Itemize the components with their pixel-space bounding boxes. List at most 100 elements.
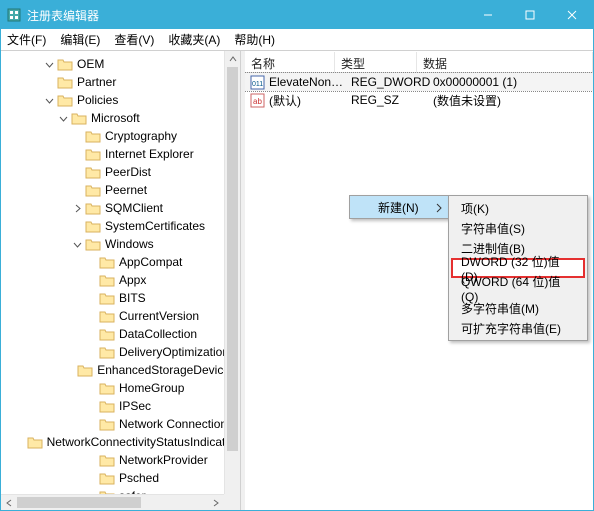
tree-item-label: HomeGroup [119,381,184,395]
tree-item[interactable]: Peernet [1,181,240,199]
value-type: REG_SZ [351,93,433,107]
expander-none [71,166,83,178]
tree-item-label: Network Connections [119,417,233,431]
tree-scrollbar-horizontal[interactable] [1,494,224,510]
tree-item-label: NetworkConnectivityStatusIndicator [47,435,236,449]
close-button[interactable] [551,1,593,29]
expander-none [85,418,97,430]
tree-item[interactable]: Internet Explorer [1,145,240,163]
value-type: REG_DWORD [351,75,433,89]
tree-item-label: OEM [77,57,104,71]
tree-item-label: DeliveryOptimization [119,345,229,359]
context-menu-primary: 新建(N) [349,195,449,219]
tree-item[interactable]: Psched [1,469,240,487]
string-value-icon: ab [249,92,265,108]
tree-item[interactable]: EnhancedStorageDevices [1,361,240,379]
tree-item-label: Microsoft [91,111,140,125]
expander-none [85,256,97,268]
folder-icon [85,147,101,161]
tree-item-label: AppCompat [119,255,182,269]
expander-none [85,310,97,322]
menu-view[interactable]: 查看(V) [114,31,154,48]
list-header: 名称 类型 数据 [245,51,593,73]
minimize-button[interactable] [467,1,509,29]
tree-item[interactable]: Partner [1,73,240,91]
column-data[interactable]: 数据 [417,52,593,72]
maximize-button[interactable] [509,1,551,29]
tree-item[interactable]: Windows [1,235,240,253]
folder-icon [57,57,73,71]
expander-none [85,346,97,358]
folder-icon [85,129,101,143]
menu-edit[interactable]: 编辑(E) [60,31,100,48]
menu-help[interactable]: 帮助(H) [234,31,275,48]
context-item[interactable]: QWORD (64 位)值(Q) [451,278,585,298]
scroll-right-icon[interactable] [208,495,224,510]
expander-none [85,472,97,484]
tree-item[interactable]: Policies [1,91,240,109]
folder-icon [99,291,115,305]
tree-item[interactable]: NetworkProvider [1,451,240,469]
tree-item-label: EnhancedStorageDevices [97,363,236,377]
folder-icon [99,255,115,269]
value-data: 0x00000001 (1) [433,75,593,89]
tree-item[interactable]: DataCollection [1,325,240,343]
tree-item[interactable]: HomeGroup [1,379,240,397]
tree-item[interactable]: NetworkConnectivityStatusIndicator [1,433,240,451]
expander-icon[interactable] [43,94,55,106]
expander-none [22,436,25,448]
expander-none [71,130,83,142]
folder-icon [99,453,115,467]
expander-icon[interactable] [57,112,69,124]
tree-item[interactable]: Appx [1,271,240,289]
value-row[interactable]: 011ElevateNonAd...REG_DWORD0x00000001 (1… [245,73,593,91]
context-item[interactable]: 字符串值(S) [451,218,585,238]
tree-item[interactable]: DeliveryOptimization [1,343,240,361]
scroll-up-icon[interactable] [225,51,241,67]
expander-none [85,382,97,394]
value-row[interactable]: ab(默认)REG_SZ(数值未设置) [245,91,593,109]
menu-bar: 文件(F) 编辑(E) 查看(V) 收藏夹(A) 帮助(H) [1,29,593,51]
svg-text:011: 011 [252,81,263,88]
tree-item-label: Cryptography [105,129,177,143]
folder-icon [99,417,115,431]
tree-item[interactable]: PeerDist [1,163,240,181]
tree-item-label: CurrentVersion [119,309,199,323]
tree-item[interactable]: SQMClient [1,199,240,217]
tree-item[interactable]: AppCompat [1,253,240,271]
context-item-label: 新建(N) [378,199,419,216]
tree-item[interactable]: Network Connections [1,415,240,433]
expander-none [71,148,83,160]
scroll-thumb[interactable] [227,67,238,451]
menu-favorites[interactable]: 收藏夹(A) [168,31,220,48]
folder-icon [85,201,101,215]
app-icon [7,8,21,22]
context-item[interactable]: 项(K) [451,198,585,218]
tree-item[interactable]: IPSec [1,397,240,415]
scroll-left-icon[interactable] [1,495,17,510]
folder-icon [85,237,101,251]
tree-item[interactable]: Microsoft [1,109,240,127]
column-name[interactable]: 名称 [245,52,335,72]
tree-item-label: NetworkProvider [119,453,208,467]
tree-item[interactable]: CurrentVersion [1,307,240,325]
tree-item[interactable]: SystemCertificates [1,217,240,235]
tree-item[interactable]: Cryptography [1,127,240,145]
tree-scrollbar-vertical[interactable] [224,51,240,510]
menu-file[interactable]: 文件(F) [7,31,46,48]
expander-icon[interactable] [71,202,83,214]
expander-icon[interactable] [71,238,83,250]
context-item[interactable]: 可扩充字符串值(E) [451,318,585,338]
tree-pane: OEM PartnerPolicies Microsoft Cryptography I… [1,51,241,510]
value-data: (数值未设置) [433,92,593,109]
tree-item-label: SystemCertificates [105,219,205,233]
tree-item[interactable]: OEM [1,55,240,73]
tree-item[interactable]: BITS [1,289,240,307]
context-item-new[interactable]: 新建(N) [350,196,448,218]
expander-icon[interactable] [43,58,55,70]
column-type[interactable]: 类型 [335,52,417,72]
folder-icon [77,363,93,377]
tree-item-label: Appx [119,273,146,287]
scroll-thumb[interactable] [17,497,141,508]
folder-icon [71,111,87,125]
